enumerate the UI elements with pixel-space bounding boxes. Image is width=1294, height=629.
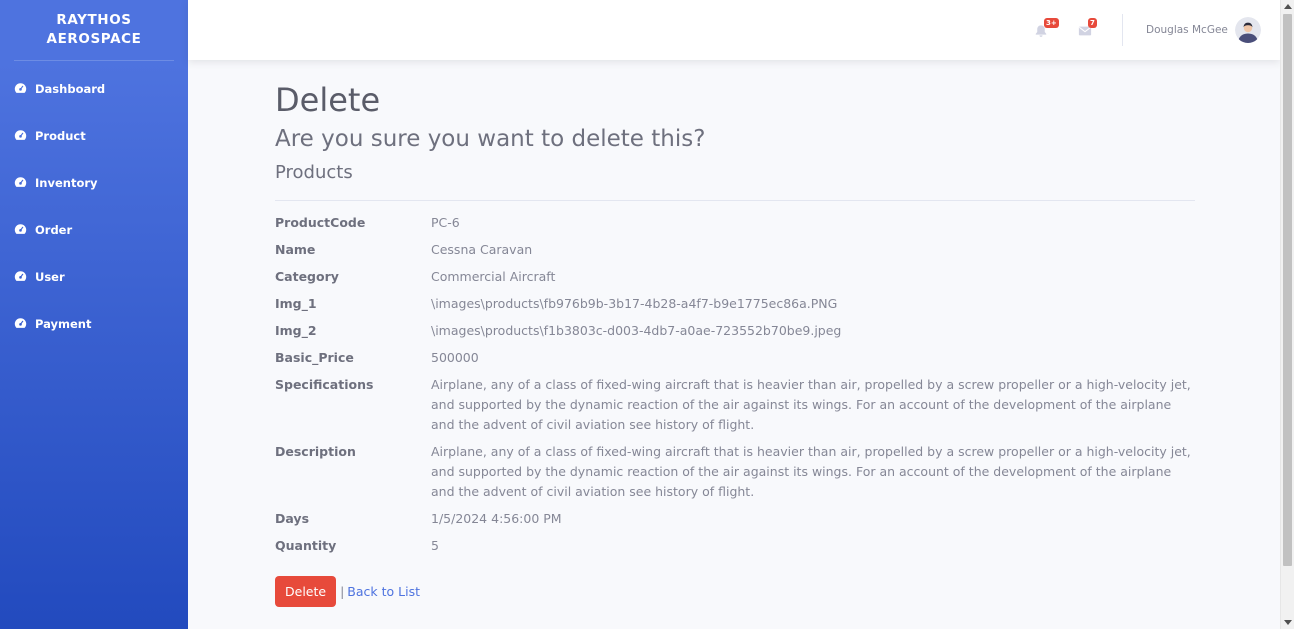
scroll-down-arrow-icon[interactable] bbox=[1284, 620, 1292, 625]
field-value-description: Airplane, any of a class of fixed-wing a… bbox=[431, 444, 1191, 499]
topbar: 3+ 7 Douglas McGee bbox=[188, 0, 1280, 60]
scrollbar-thumb[interactable] bbox=[1283, 14, 1292, 566]
messages-button[interactable]: 7 bbox=[1078, 18, 1098, 40]
product-details: ProductCode PC-6 Name Cessna Caravan Cat… bbox=[275, 213, 1195, 556]
sidebar-item-user[interactable]: User bbox=[0, 253, 188, 300]
tachometer-icon bbox=[14, 223, 27, 236]
form-actions: Delete | Back to List bbox=[275, 576, 1195, 607]
avatar bbox=[1234, 17, 1261, 43]
field-value-img-2: \images\products\f1b3803c-d003-4db7-a0ae… bbox=[431, 323, 842, 338]
sidebar-item-label: Payment bbox=[35, 316, 92, 331]
field-label-quantity: Quantity bbox=[275, 538, 337, 553]
alerts-count-badge: 3+ bbox=[1044, 18, 1059, 28]
sidebar-item-dashboard[interactable]: Dashboard bbox=[0, 65, 188, 112]
sidebar-item-order[interactable]: Order bbox=[0, 206, 188, 253]
delete-button[interactable]: Delete bbox=[275, 576, 337, 607]
brand-logo[interactable]: RAYTHOS AEROSPACE bbox=[0, 0, 188, 60]
messages-count-badge: 7 bbox=[1088, 18, 1097, 28]
topbar-divider bbox=[1122, 14, 1123, 46]
field-value-name: Cessna Caravan bbox=[431, 242, 533, 257]
content-divider bbox=[275, 200, 1195, 201]
page-title: Delete bbox=[275, 81, 381, 119]
sidebar: RAYTHOS AEROSPACE Dashboard Product Inve… bbox=[0, 0, 188, 629]
sidebar-item-product[interactable]: Product bbox=[0, 112, 188, 159]
brand-line-2: AEROSPACE bbox=[46, 31, 142, 47]
sidebar-item-label: Order bbox=[35, 222, 73, 237]
main-content: Delete Are you sure you want to delete t… bbox=[275, 78, 1195, 607]
sidebar-item-label: Dashboard bbox=[35, 81, 106, 96]
user-name: Douglas McGee bbox=[1146, 24, 1228, 36]
sidebar-item-label: Product bbox=[35, 128, 86, 143]
sidebar-item-label: User bbox=[35, 269, 65, 284]
field-label-img-1: Img_1 bbox=[275, 296, 317, 311]
sidebar-item-label: Inventory bbox=[35, 175, 98, 190]
field-value-productcode: PC-6 bbox=[431, 215, 460, 230]
brand-line-1: RAYTHOS bbox=[56, 12, 132, 28]
tachometer-icon bbox=[14, 176, 27, 189]
field-label-description: Description bbox=[275, 444, 356, 459]
tachometer-icon bbox=[14, 82, 27, 95]
alerts-button[interactable]: 3+ bbox=[1034, 18, 1059, 40]
field-value-category: Commercial Aircraft bbox=[431, 269, 556, 284]
field-value-quantity: 5 bbox=[431, 538, 439, 553]
field-label-name: Name bbox=[275, 242, 316, 257]
tachometer-icon bbox=[14, 129, 27, 142]
field-label-days: Days bbox=[275, 511, 310, 526]
action-separator: | bbox=[340, 584, 345, 599]
field-value-img-1: \images\products\fb976b9b-3b17-4b28-a4f7… bbox=[431, 296, 838, 311]
scroll-up-arrow-icon[interactable] bbox=[1284, 4, 1292, 9]
field-value-basic-price: 500000 bbox=[431, 350, 479, 365]
vertical-scrollbar[interactable] bbox=[1280, 0, 1294, 629]
back-to-list-link[interactable]: Back to List bbox=[347, 584, 420, 599]
user-menu[interactable]: Douglas McGee bbox=[1146, 17, 1261, 43]
tachometer-icon bbox=[14, 317, 27, 330]
confirm-question: Are you sure you want to delete this? bbox=[275, 126, 706, 152]
sidebar-item-payment[interactable]: Payment bbox=[0, 300, 188, 347]
field-label-specifications: Specifications bbox=[275, 377, 374, 392]
field-label-basic-price: Basic_Price bbox=[275, 350, 354, 365]
field-label-productcode: ProductCode bbox=[275, 215, 366, 230]
sidebar-item-inventory[interactable]: Inventory bbox=[0, 159, 188, 206]
entity-heading: Products bbox=[275, 162, 353, 183]
field-value-specifications: Airplane, any of a class of fixed-wing a… bbox=[431, 377, 1191, 432]
field-label-category: Category bbox=[275, 269, 339, 284]
field-label-img-2: Img_2 bbox=[275, 323, 317, 338]
sidebar-nav: Dashboard Product Inventory Order User P… bbox=[0, 65, 188, 347]
sidebar-divider bbox=[14, 60, 174, 61]
field-value-days: 1/5/2024 4:56:00 PM bbox=[431, 511, 562, 526]
tachometer-icon bbox=[14, 270, 27, 283]
